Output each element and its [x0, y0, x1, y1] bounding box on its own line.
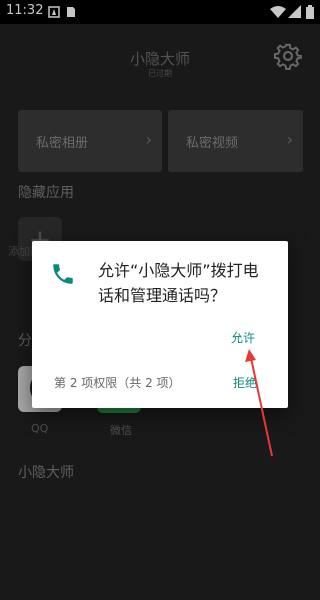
- annotation-arrow: [245, 349, 273, 457]
